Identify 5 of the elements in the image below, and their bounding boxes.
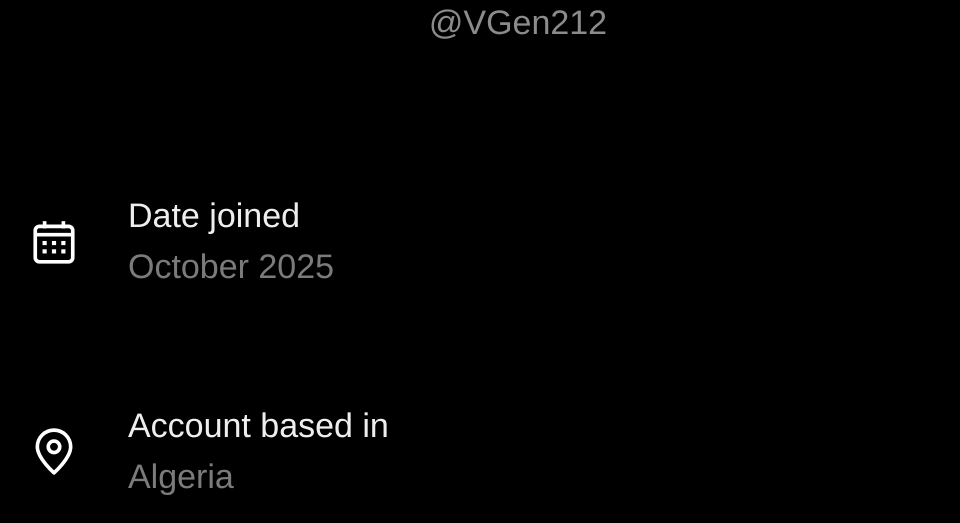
info-label: Account based in: [128, 406, 389, 447]
info-label: Date joined: [128, 196, 302, 237]
info-value: October 2025: [128, 247, 334, 288]
username-handle: @VGen212: [428, 4, 608, 43]
info-value: Algeria: [128, 457, 235, 498]
